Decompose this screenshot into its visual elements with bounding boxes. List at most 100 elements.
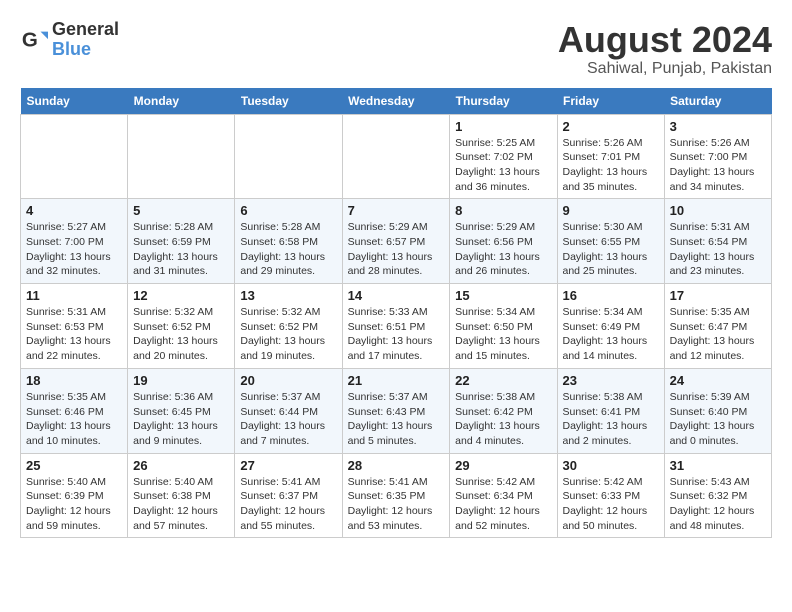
weekday-header-saturday: Saturday xyxy=(664,88,771,115)
calendar-cell: 18Sunrise: 5:35 AM Sunset: 6:46 PM Dayli… xyxy=(21,368,128,453)
svg-text:G: G xyxy=(22,28,38,51)
day-info: Sunrise: 5:41 AM Sunset: 6:35 PM Dayligh… xyxy=(348,475,445,534)
calendar-cell: 31Sunrise: 5:43 AM Sunset: 6:32 PM Dayli… xyxy=(664,453,771,538)
weekday-header-thursday: Thursday xyxy=(450,88,557,115)
day-number: 1 xyxy=(455,119,551,134)
calendar-cell: 7 Sunrise: 5:29 AM Sunset: 6:57 PM Daylig… xyxy=(342,199,450,284)
day-number: 27 xyxy=(240,458,336,473)
day-info: Sunrise: 5:28 AM Sunset: 6:59 PM Dayligh… xyxy=(133,220,229,279)
calendar-cell: 13 Sunrise: 5:32 AM Sunset: 6:52 PM Dayli… xyxy=(235,284,342,369)
day-number: 20 xyxy=(240,373,336,388)
logo: G General Blue xyxy=(20,20,119,60)
day-info: Sunrise: 5:38 AM Sunset: 6:41 PM Dayligh… xyxy=(563,390,659,449)
calendar-subtitle: Sahiwal, Punjab, Pakistan xyxy=(558,60,772,78)
calendar-header: SundayMondayTuesdayWednesdayThursdayFrid… xyxy=(21,88,772,115)
calendar-cell: 25 Sunrise: 5:40 AM Sunset: 6:39 PM Dayli… xyxy=(21,453,128,538)
calendar-cell: 24 Sunrise: 5:39 AM Sunset: 6:40 PM Dayli… xyxy=(664,368,771,453)
calendar-cell: 11 Sunrise: 5:31 AM Sunset: 6:53 PM Dayli… xyxy=(21,284,128,369)
calendar-cell xyxy=(342,114,450,199)
calendar-cell: 23 Sunrise: 5:38 AM Sunset: 6:41 PM Dayli… xyxy=(557,368,664,453)
calendar-cell: 12 Sunrise: 5:32 AM Sunset: 6:52 PM Dayli… xyxy=(128,284,235,369)
calendar-cell: 10Sunrise: 5:31 AM Sunset: 6:54 PM Dayli… xyxy=(664,199,771,284)
day-number: 23 xyxy=(563,373,659,388)
weekday-header-wednesday: Wednesday xyxy=(342,88,450,115)
day-info: Sunrise: 5:40 AM Sunset: 6:38 PM Dayligh… xyxy=(133,475,229,534)
calendar-cell: 1 Sunrise: 5:25 AM Sunset: 7:02 PM Daylig… xyxy=(450,114,557,199)
day-info: Sunrise: 5:29 AM Sunset: 6:57 PM Dayligh… xyxy=(348,220,445,279)
day-number: 29 xyxy=(455,458,551,473)
day-number: 28 xyxy=(348,458,445,473)
calendar-cell: 20 Sunrise: 5:37 AM Sunset: 6:44 PM Dayli… xyxy=(235,368,342,453)
day-number: 6 xyxy=(240,203,336,218)
day-number: 25 xyxy=(26,458,122,473)
title-block: August 2024 Sahiwal, Punjab, Pakistan xyxy=(558,20,772,78)
day-info: Sunrise: 5:32 AM Sunset: 6:52 PM Dayligh… xyxy=(240,305,336,364)
calendar-cell: 14 Sunrise: 5:33 AM Sunset: 6:51 PM Dayli… xyxy=(342,284,450,369)
week-row-5: 25 Sunrise: 5:40 AM Sunset: 6:39 PM Dayli… xyxy=(21,453,772,538)
day-info: Sunrise: 5:32 AM Sunset: 6:52 PM Dayligh… xyxy=(133,305,229,364)
calendar-table: SundayMondayTuesdayWednesdayThursdayFrid… xyxy=(20,88,772,539)
calendar-body: 1 Sunrise: 5:25 AM Sunset: 7:02 PM Daylig… xyxy=(21,114,772,538)
day-info: Sunrise: 5:34 AM Sunset: 6:49 PM Dayligh… xyxy=(563,305,659,364)
week-row-4: 18Sunrise: 5:35 AM Sunset: 6:46 PM Dayli… xyxy=(21,368,772,453)
logo-text: General Blue xyxy=(52,20,119,60)
day-number: 14 xyxy=(348,288,445,303)
calendar-cell: 16Sunrise: 5:34 AM Sunset: 6:49 PM Dayli… xyxy=(557,284,664,369)
day-number: 24 xyxy=(670,373,766,388)
week-row-2: 4Sunrise: 5:27 AM Sunset: 7:00 PM Daylig… xyxy=(21,199,772,284)
calendar-cell: 22Sunrise: 5:38 AM Sunset: 6:42 PM Dayli… xyxy=(450,368,557,453)
day-number: 26 xyxy=(133,458,229,473)
calendar-cell: 2 Sunrise: 5:26 AM Sunset: 7:01 PM Daylig… xyxy=(557,114,664,199)
calendar-cell: 26 Sunrise: 5:40 AM Sunset: 6:38 PM Dayli… xyxy=(128,453,235,538)
day-info: Sunrise: 5:31 AM Sunset: 6:53 PM Dayligh… xyxy=(26,305,122,364)
weekday-header-monday: Monday xyxy=(128,88,235,115)
calendar-cell: 8Sunrise: 5:29 AM Sunset: 6:56 PM Daylig… xyxy=(450,199,557,284)
day-number: 15 xyxy=(455,288,551,303)
day-info: Sunrise: 5:26 AM Sunset: 7:00 PM Dayligh… xyxy=(670,136,766,195)
day-info: Sunrise: 5:41 AM Sunset: 6:37 PM Dayligh… xyxy=(240,475,336,534)
day-number: 5 xyxy=(133,203,229,218)
page-header: G General Blue August 2024 Sahiwal, Punj… xyxy=(20,20,772,78)
day-info: Sunrise: 5:37 AM Sunset: 6:44 PM Dayligh… xyxy=(240,390,336,449)
day-info: Sunrise: 5:26 AM Sunset: 7:01 PM Dayligh… xyxy=(563,136,659,195)
calendar-cell: 29 Sunrise: 5:42 AM Sunset: 6:34 PM Dayli… xyxy=(450,453,557,538)
day-number: 12 xyxy=(133,288,229,303)
day-number: 13 xyxy=(240,288,336,303)
day-info: Sunrise: 5:35 AM Sunset: 6:46 PM Dayligh… xyxy=(26,390,122,449)
day-info: Sunrise: 5:40 AM Sunset: 6:39 PM Dayligh… xyxy=(26,475,122,534)
week-row-3: 11 Sunrise: 5:31 AM Sunset: 6:53 PM Dayli… xyxy=(21,284,772,369)
day-info: Sunrise: 5:33 AM Sunset: 6:51 PM Dayligh… xyxy=(348,305,445,364)
day-number: 19 xyxy=(133,373,229,388)
day-number: 17 xyxy=(670,288,766,303)
day-info: Sunrise: 5:35 AM Sunset: 6:47 PM Dayligh… xyxy=(670,305,766,364)
day-info: Sunrise: 5:36 AM Sunset: 6:45 PM Dayligh… xyxy=(133,390,229,449)
day-info: Sunrise: 5:42 AM Sunset: 6:34 PM Dayligh… xyxy=(455,475,551,534)
day-info: Sunrise: 5:25 AM Sunset: 7:02 PM Dayligh… xyxy=(455,136,551,195)
calendar-cell: 5 Sunrise: 5:28 AM Sunset: 6:59 PM Daylig… xyxy=(128,199,235,284)
weekday-header-tuesday: Tuesday xyxy=(235,88,342,115)
day-info: Sunrise: 5:37 AM Sunset: 6:43 PM Dayligh… xyxy=(348,390,445,449)
week-row-1: 1 Sunrise: 5:25 AM Sunset: 7:02 PM Daylig… xyxy=(21,114,772,199)
day-info: Sunrise: 5:39 AM Sunset: 6:40 PM Dayligh… xyxy=(670,390,766,449)
weekday-header-sunday: Sunday xyxy=(21,88,128,115)
logo-icon: G xyxy=(20,26,48,54)
weekday-header-friday: Friday xyxy=(557,88,664,115)
day-number: 11 xyxy=(26,288,122,303)
day-number: 2 xyxy=(563,119,659,134)
day-number: 3 xyxy=(670,119,766,134)
calendar-cell: 28 Sunrise: 5:41 AM Sunset: 6:35 PM Dayli… xyxy=(342,453,450,538)
calendar-cell: 19 Sunrise: 5:36 AM Sunset: 6:45 PM Dayli… xyxy=(128,368,235,453)
calendar-cell xyxy=(235,114,342,199)
day-info: Sunrise: 5:43 AM Sunset: 6:32 PM Dayligh… xyxy=(670,475,766,534)
calendar-cell: 3 Sunrise: 5:26 AM Sunset: 7:00 PM Daylig… xyxy=(664,114,771,199)
calendar-cell: 4Sunrise: 5:27 AM Sunset: 7:00 PM Daylig… xyxy=(21,199,128,284)
calendar-title: August 2024 xyxy=(558,20,772,60)
day-number: 21 xyxy=(348,373,445,388)
calendar-cell: 17 Sunrise: 5:35 AM Sunset: 6:47 PM Dayli… xyxy=(664,284,771,369)
day-number: 7 xyxy=(348,203,445,218)
day-number: 10 xyxy=(670,203,766,218)
calendar-cell: 9Sunrise: 5:30 AM Sunset: 6:55 PM Daylig… xyxy=(557,199,664,284)
day-number: 22 xyxy=(455,373,551,388)
day-info: Sunrise: 5:42 AM Sunset: 6:33 PM Dayligh… xyxy=(563,475,659,534)
day-number: 30 xyxy=(563,458,659,473)
